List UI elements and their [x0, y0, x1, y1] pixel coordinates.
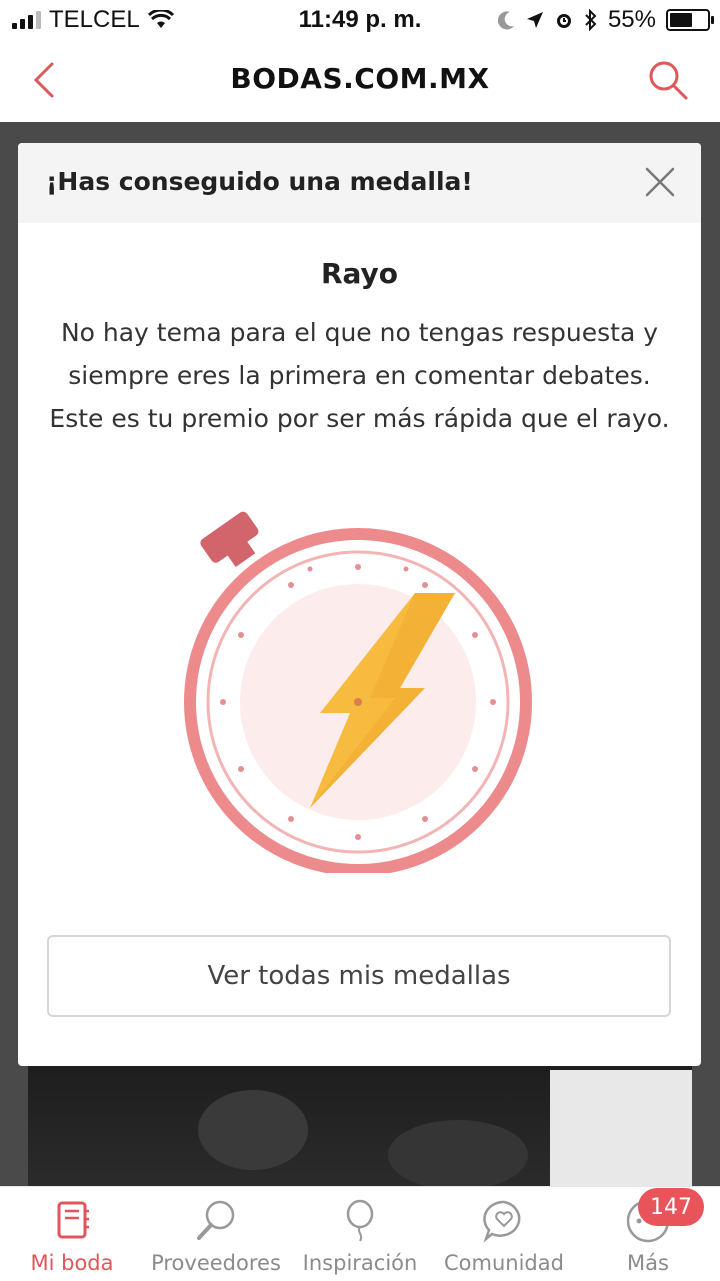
tab-mi-boda[interactable]: Mi boda	[0, 1187, 144, 1281]
status-bar-right: 55%	[497, 6, 714, 34]
tab-label: Mi boda	[30, 1251, 114, 1275]
tab-label: Comunidad	[444, 1251, 564, 1275]
background-photo	[28, 1060, 692, 1186]
balloon-icon	[346, 1199, 374, 1242]
medal-name: Rayo	[320, 257, 399, 290]
moon-icon	[497, 11, 514, 30]
tab-inspiracion[interactable]: Inspiración	[288, 1187, 432, 1281]
location-arrow-icon	[526, 12, 543, 28]
search-icon[interactable]	[646, 58, 690, 102]
battery-icon	[666, 9, 714, 31]
tab-label: Inspiración	[302, 1251, 418, 1275]
medal-dialog: ¡Has conseguido una medalla! Rayo No hay…	[18, 143, 701, 1066]
wedding-planner-icon	[57, 1201, 89, 1239]
tab-label: Más	[627, 1251, 669, 1275]
lightning-stopwatch-medal-icon	[184, 511, 532, 873]
search-magnifier-icon	[197, 1200, 235, 1240]
notification-badge: 147	[638, 1188, 704, 1226]
bluetooth-icon	[585, 9, 597, 31]
view-all-medals-button[interactable]: Ver todas mis medallas	[47, 935, 671, 1017]
tab-bar: Mi boda Proveedores Inspiración Comunida…	[0, 1186, 720, 1281]
dialog-title: ¡Has conseguido una medalla!	[46, 167, 473, 196]
nav-bar: BODAS.COM.MX	[0, 40, 720, 122]
close-icon[interactable]	[643, 165, 677, 199]
chat-heart-icon	[483, 1200, 521, 1243]
tab-label: Proveedores	[151, 1251, 281, 1275]
dialog-header: ¡Has conseguido una medalla!	[18, 143, 701, 223]
alarm-icon	[556, 14, 571, 28]
status-bar: TELCEL 11:49 p. m. 55%	[0, 0, 720, 40]
nav-title: BODAS.COM.MX	[230, 62, 490, 95]
battery-percent: 55%	[607, 6, 656, 33]
tab-comunidad[interactable]: Comunidad	[432, 1187, 576, 1281]
tab-proveedores[interactable]: Proveedores	[144, 1187, 288, 1281]
medal-description: No hay tema para el que no tengas respue…	[49, 318, 670, 433]
